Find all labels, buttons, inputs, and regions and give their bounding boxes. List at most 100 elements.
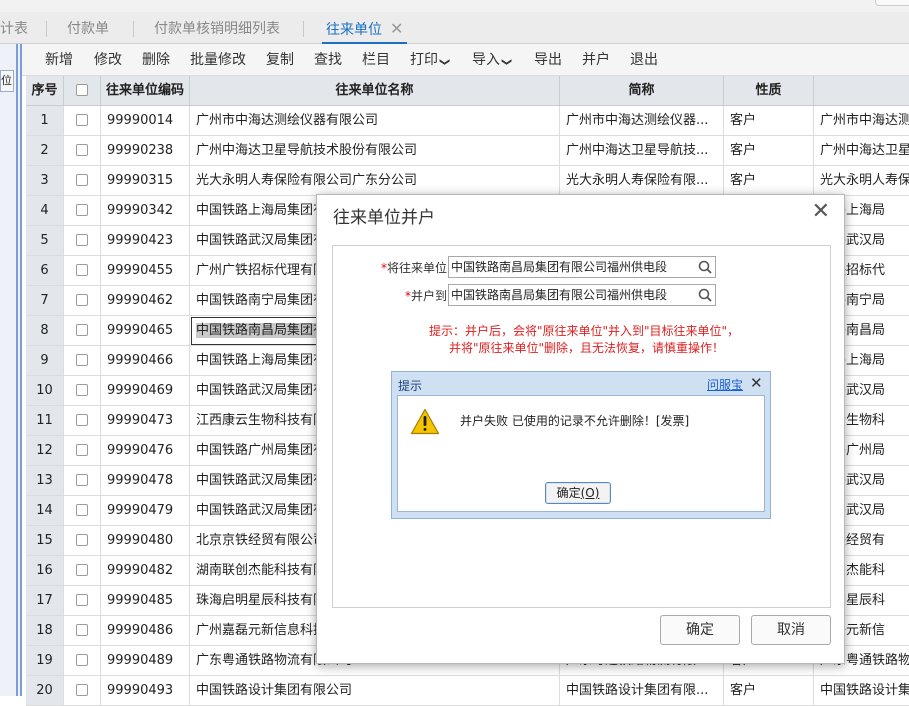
partner-code[interactable]: 99990479 (101, 496, 190, 526)
header-code[interactable]: 往来单位编码 (101, 76, 190, 106)
row-checkbox-cell[interactable] (64, 616, 101, 646)
row-checkbox[interactable] (76, 593, 88, 606)
row-checkbox[interactable] (76, 383, 88, 396)
find-button[interactable]: 查找 (314, 44, 342, 76)
alert-ok-button[interactable]: 确定(O) (545, 482, 611, 504)
tab-payment[interactable]: 付款单 (67, 12, 109, 44)
partner-nature[interactable]: 客户 (724, 136, 814, 166)
partner-code[interactable]: 99990476 (101, 436, 190, 466)
print-button[interactable]: 打印❯ (410, 44, 450, 76)
exit-button[interactable]: 退出 (630, 44, 658, 76)
partner-nature[interactable]: 客户 (724, 106, 814, 136)
search-icon[interactable] (698, 288, 712, 302)
header-select-all[interactable] (64, 76, 101, 106)
help-link[interactable]: 问服宝 (707, 376, 743, 393)
merge-ok-button[interactable]: 确定 (660, 615, 740, 645)
row-checkbox-cell[interactable] (64, 106, 101, 136)
table-row[interactable]: 20 99990493 中国铁路设计集团有限公司 中国铁路设计集团有限... 客户 中国铁… (26, 676, 909, 706)
partner-short-name[interactable]: 广州中海达卫星导航技... (560, 136, 724, 166)
add-button[interactable]: 新增 (45, 44, 73, 76)
close-icon[interactable]: ✕ (390, 19, 403, 38)
delete-button[interactable]: 删除 (142, 44, 170, 76)
row-checkbox[interactable] (76, 413, 88, 426)
row-checkbox[interactable] (76, 353, 88, 366)
partner-code[interactable]: 99990473 (101, 406, 190, 436)
row-checkbox-cell[interactable] (64, 256, 101, 286)
row-checkbox-cell[interactable] (64, 376, 101, 406)
close-icon[interactable]: ✕ (812, 199, 830, 224)
row-checkbox[interactable] (76, 623, 88, 636)
row-checkbox[interactable] (76, 473, 88, 486)
export-button[interactable]: 导出 (534, 44, 562, 76)
merge-cancel-button[interactable]: 取消 (751, 615, 831, 645)
row-checkbox[interactable] (76, 203, 88, 216)
partner-nature[interactable]: 客户 (724, 676, 814, 706)
row-checkbox-cell[interactable] (64, 676, 101, 706)
partner-code[interactable]: 99990315 (101, 166, 190, 196)
row-checkbox-cell[interactable] (64, 406, 101, 436)
copy-button[interactable]: 复制 (266, 44, 294, 76)
row-checkbox-cell[interactable] (64, 646, 101, 676)
partner-code[interactable]: 99990466 (101, 346, 190, 376)
partner-code[interactable]: 99990455 (101, 256, 190, 286)
row-checkbox-cell[interactable] (64, 196, 101, 226)
left-panel-divider[interactable] (16, 44, 18, 696)
partner-name[interactable]: 广州中海达卫星导航技术股份有限公司 (190, 136, 560, 166)
partner-nature[interactable]: 客户 (724, 166, 814, 196)
from-partner-field[interactable]: 中国铁路南昌局集团有限公司福州供电段 (448, 256, 716, 278)
partner-code[interactable]: 99990485 (101, 586, 190, 616)
row-checkbox[interactable] (76, 503, 88, 516)
partner-name[interactable]: 广州市中海达测绘仪器有限公司 (190, 106, 560, 136)
row-checkbox[interactable] (76, 113, 88, 126)
row-checkbox[interactable] (76, 533, 88, 546)
partner-code[interactable]: 99990014 (101, 106, 190, 136)
partner-code[interactable]: 99990462 (101, 286, 190, 316)
row-checkbox[interactable] (76, 323, 88, 336)
row-checkbox[interactable] (76, 173, 88, 186)
partner-code[interactable]: 99990493 (101, 676, 190, 706)
tab-payment-writeoff[interactable]: 付款单核销明细列表 (154, 12, 280, 44)
row-checkbox[interactable] (76, 653, 88, 666)
partner-short-name[interactable]: 广州市中海达测绘仪器... (560, 106, 724, 136)
partner-extra[interactable]: 广州市中海达测 (814, 106, 909, 136)
table-row[interactable]: 3 99990315 光大永明人寿保险有限公司广东分公司 光大永明人寿保险有限... 客… (26, 166, 909, 196)
partner-code[interactable]: 99990482 (101, 556, 190, 586)
row-checkbox[interactable] (76, 443, 88, 456)
row-checkbox[interactable] (76, 263, 88, 276)
row-checkbox-cell[interactable] (64, 316, 101, 346)
search-icon[interactable] (698, 260, 712, 274)
row-checkbox-cell[interactable] (64, 226, 101, 256)
merge-to-field[interactable]: 中国铁路南昌局集团有限公司福州供电段 (448, 284, 716, 306)
row-checkbox-cell[interactable] (64, 466, 101, 496)
edit-button[interactable]: 修改 (94, 44, 122, 76)
partner-extra[interactable]: 中国铁路设计集 (814, 676, 909, 706)
partner-code[interactable]: 99990469 (101, 376, 190, 406)
partner-code[interactable]: 99990478 (101, 466, 190, 496)
header-short[interactable]: 简称 (560, 76, 724, 106)
row-checkbox-cell[interactable] (64, 286, 101, 316)
partner-short-name[interactable]: 中国铁路设计集团有限... (560, 676, 724, 706)
partner-code[interactable]: 99990238 (101, 136, 190, 166)
row-checkbox-cell[interactable] (64, 586, 101, 616)
row-checkbox[interactable] (76, 143, 88, 156)
row-checkbox-cell[interactable] (64, 526, 101, 556)
row-checkbox-cell[interactable] (64, 136, 101, 166)
table-row[interactable]: 2 99990238 广州中海达卫星导航技术股份有限公司 广州中海达卫星导航技... 客… (26, 136, 909, 166)
partner-code[interactable]: 99990480 (101, 526, 190, 556)
partner-code[interactable]: 99990489 (101, 646, 190, 676)
row-checkbox-cell[interactable] (64, 346, 101, 376)
row-checkbox[interactable] (76, 293, 88, 306)
select-all-checkbox[interactable] (76, 83, 88, 96)
partner-name[interactable]: 光大永明人寿保险有限公司广东分公司 (190, 166, 560, 196)
row-checkbox-cell[interactable] (64, 166, 101, 196)
partner-name[interactable]: 中国铁路设计集团有限公司 (190, 676, 560, 706)
import-button[interactable]: 导入❯ (472, 44, 512, 76)
close-icon[interactable]: ✕ (750, 374, 763, 392)
partner-extra[interactable]: 光大永明人寿保 (814, 166, 909, 196)
row-checkbox[interactable] (76, 683, 88, 696)
partner-code[interactable]: 99990423 (101, 226, 190, 256)
left-panel-button[interactable]: 位 (0, 70, 14, 92)
tab-partners[interactable]: 往来单位 ✕ (322, 12, 408, 44)
partner-code[interactable]: 99990342 (101, 196, 190, 226)
row-checkbox[interactable] (76, 233, 88, 246)
